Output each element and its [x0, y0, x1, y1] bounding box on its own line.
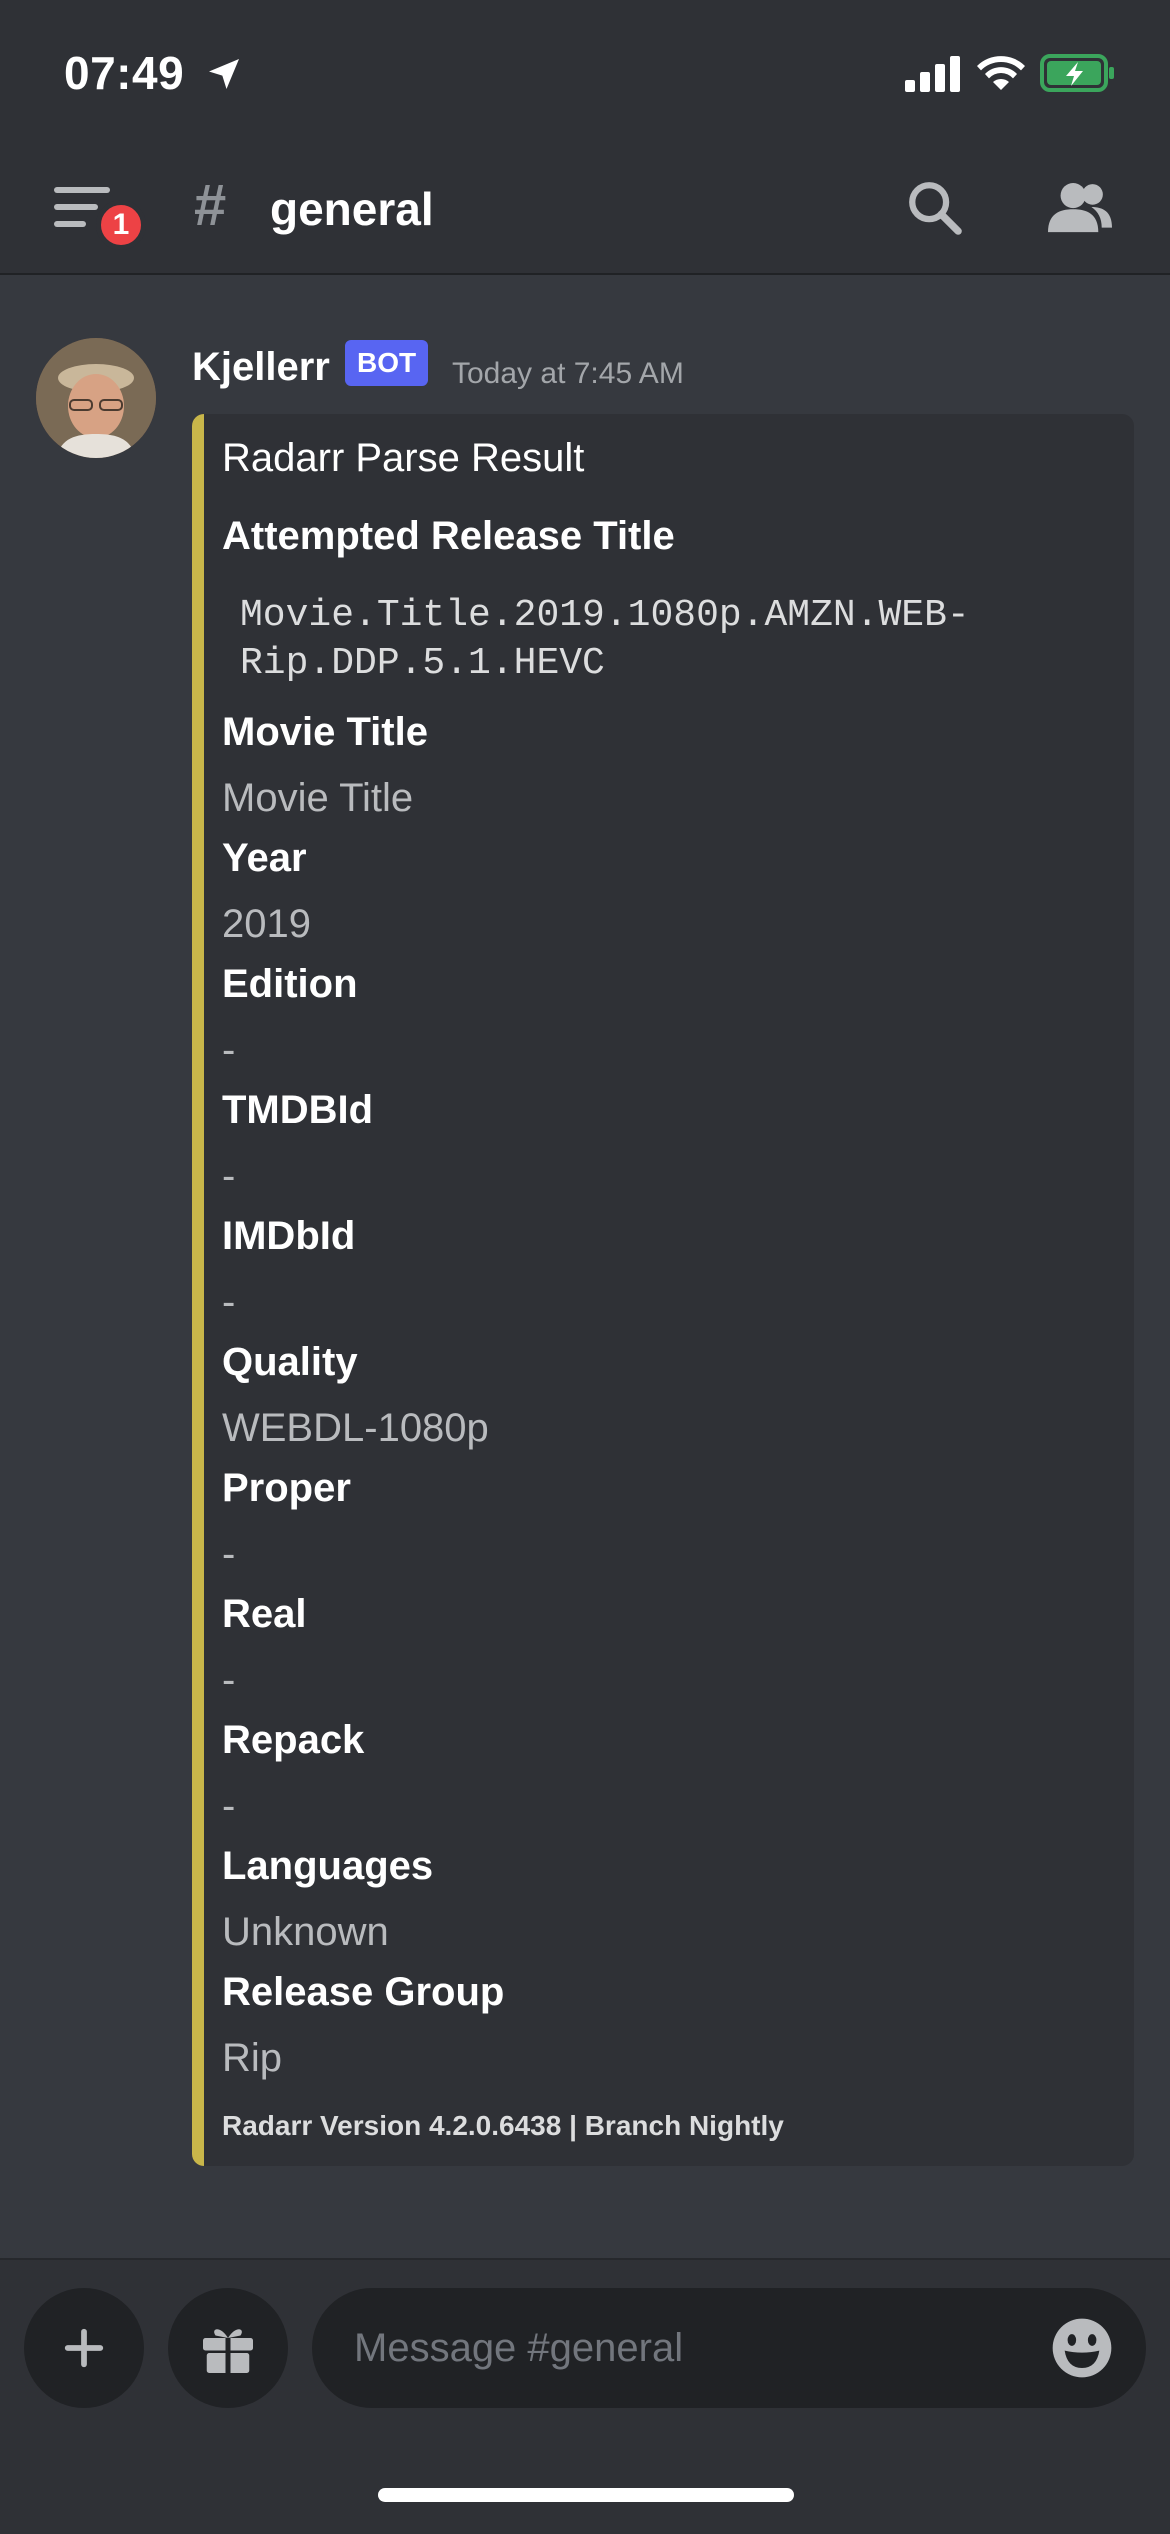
message-author[interactable]: Kjellerr — [192, 345, 330, 390]
message-timestamp: Today at 7:45 AM — [452, 357, 684, 390]
release-title-line: Movie.Title.2019.1080p.AMZN.WEB- — [240, 594, 970, 637]
location-arrow-icon — [209, 59, 239, 89]
avatar[interactable] — [36, 338, 156, 458]
field-value: Unknown — [222, 1910, 389, 1954]
avatar-image — [36, 338, 156, 458]
gift-icon — [203, 2329, 253, 2373]
bot-tag: BOT — [345, 340, 429, 386]
status-time: 07:49 — [64, 47, 185, 99]
field-name: IMDbId — [222, 1214, 356, 1258]
search-icon[interactable] — [905, 178, 963, 236]
release-title-code: Movie.Title.2019.1080p.AMZN.WEB- Rip.DDP… — [240, 592, 1100, 688]
notification-badge: 1 — [96, 200, 146, 250]
field-name: Attempted Release Title — [222, 514, 675, 558]
gift-button[interactable] — [168, 2288, 288, 2408]
field-value: - — [222, 1658, 236, 1702]
battery-charging-icon — [1040, 54, 1114, 92]
embed: Radarr Parse Result Attempted Release Ti… — [192, 414, 1134, 2166]
field-value: Movie Title — [222, 776, 414, 820]
field-value: Rip — [222, 2036, 283, 2080]
field-value: WEBDL-1080p — [222, 1406, 489, 1450]
field-value: - — [222, 1028, 236, 1072]
field-value: - — [222, 1154, 236, 1198]
field-name: Proper — [222, 1466, 351, 1510]
field-name: Quality — [222, 1340, 358, 1384]
field-value: - — [222, 1532, 236, 1576]
field-name: Real — [222, 1592, 307, 1636]
field-name: Year — [222, 836, 307, 880]
top-bar: 07:49 1 # general — [0, 0, 1170, 275]
channel-name[interactable]: general — [270, 182, 434, 236]
wifi-icon — [977, 56, 1025, 90]
signal-icon — [905, 56, 960, 92]
field-value: - — [222, 1280, 236, 1324]
field-name: Edition — [222, 962, 358, 1006]
field-name: Repack — [222, 1718, 365, 1762]
release-title-line: Rip.DDP.5.1.HEVC — [240, 642, 605, 685]
embed-footer: Radarr Version 4.2.0.6438 | Branch Night… — [222, 2110, 784, 2141]
field-value: - — [222, 1784, 236, 1828]
field-name: Languages — [222, 1844, 434, 1888]
field-name: Release Group — [222, 1970, 505, 2014]
field-name: Movie Title — [222, 710, 428, 754]
home-indicator — [378, 2488, 794, 2502]
field-value: 2019 — [222, 902, 311, 946]
plus-icon — [64, 2328, 104, 2368]
channel-hash-icon: # — [194, 173, 227, 238]
message-input[interactable] — [312, 2288, 1146, 2408]
field-name: TMDBId — [222, 1088, 374, 1132]
emoji-icon[interactable] — [1050, 2316, 1114, 2380]
embed-title: Radarr Parse Result — [222, 436, 585, 480]
members-icon[interactable] — [1048, 178, 1112, 236]
add-attachment-button[interactable] — [24, 2288, 144, 2408]
embed-accent-bar — [192, 414, 204, 2166]
